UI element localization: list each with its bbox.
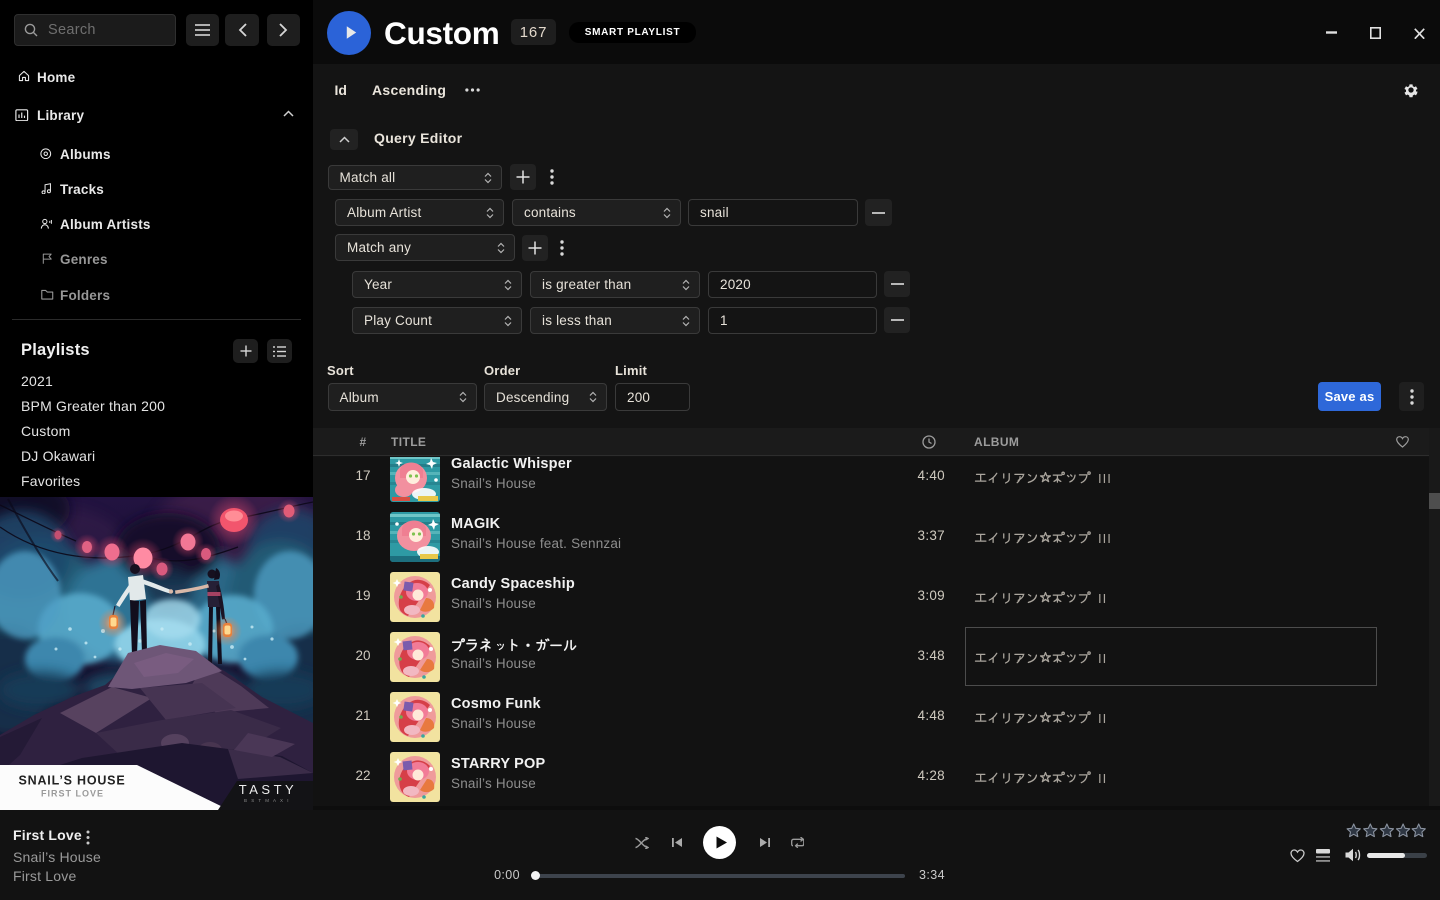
svg-text:FIRST LOVE: FIRST LOVE <box>41 789 104 799</box>
svg-text:SNAIL’S HOUSE: SNAIL’S HOUSE <box>19 774 126 788</box>
svg-text:TASTY: TASTY <box>239 782 297 797</box>
svg-text:B S T M A X I: B S T M A X I <box>244 798 290 803</box>
